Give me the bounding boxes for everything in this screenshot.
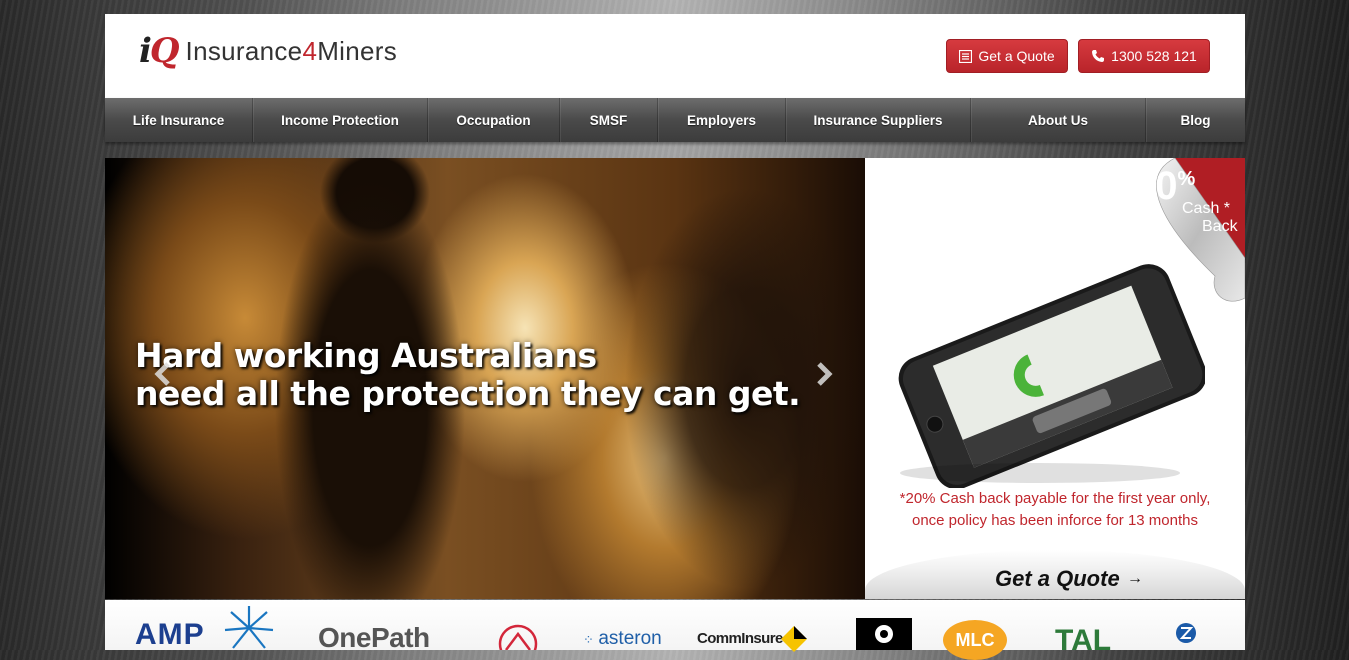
- nav-item-insurance-suppliers[interactable]: Insurance Suppliers: [786, 98, 971, 142]
- hero-section: Hard working Australians need all the pr…: [105, 158, 1245, 599]
- promo-get-a-quote-label: Get a Quote: [995, 566, 1120, 591]
- disclaimer-line1: *20% Cash back payable for the first yea…: [899, 490, 1211, 507]
- site-logo[interactable]: iQ Insurance4Miners: [139, 34, 397, 68]
- cash-back-promo[interactable]: 20% Cash * Back *20% Cash back payable f…: [865, 158, 1245, 599]
- nav-item-smsf[interactable]: SMSF: [560, 98, 658, 142]
- smartphone-image: [898, 264, 1205, 488]
- disclaimer-line2: once policy has been inforce for 13 mont…: [911, 512, 1198, 529]
- site-header: iQ Insurance4Miners Get a Quote 1300 528…: [105, 14, 1245, 98]
- cash-back-disclaimer: *20% Cash back payable for the first yea…: [885, 488, 1225, 532]
- amp-star-icon: [224, 606, 274, 649]
- partner-logo-amp[interactable]: AMP: [135, 606, 274, 652]
- phone-number-label: 1300 528 121: [1111, 48, 1197, 64]
- logo-mark-i: i: [139, 31, 152, 71]
- partner-logo-mlc[interactable]: MLC: [943, 620, 1007, 660]
- comminsure-logo-text: CommInsure: [697, 630, 783, 647]
- amp-logo-text: AMP: [135, 618, 205, 651]
- mlc-logo-badge: MLC: [943, 620, 1007, 660]
- logo-text-miners: Miners: [317, 35, 398, 66]
- slider-next-arrow-icon[interactable]: [810, 361, 836, 387]
- get-a-quote-label: Get a Quote: [978, 48, 1055, 64]
- nav-item-about-us[interactable]: About Us: [971, 98, 1146, 142]
- asteron-dots-icon: ⁘: [583, 632, 594, 647]
- iq-logo-mark: iQ: [139, 31, 180, 71]
- aia-logo-icon: [498, 624, 538, 660]
- partner-logo-onepath[interactable]: OnePath: [318, 622, 430, 654]
- cash-back-percent-sign: %: [1177, 168, 1196, 190]
- logo-mark-q: Q: [149, 31, 180, 71]
- slide-caption-line1: Hard working Australians: [135, 336, 597, 375]
- partner-logo-zurich-life[interactable]: [856, 618, 912, 655]
- get-a-quote-button[interactable]: Get a Quote: [946, 39, 1068, 73]
- promo-get-a-quote-button[interactable]: Get a Quote →: [865, 550, 1245, 599]
- zurich-z-icon: [1176, 623, 1196, 643]
- partner-logo-zurich[interactable]: [1175, 622, 1197, 649]
- cash-back-back-label: Back: [1202, 218, 1238, 235]
- slider-prev-arrow-icon[interactable]: [151, 361, 177, 387]
- tal-logo-text: TAL: [1055, 624, 1112, 657]
- partner-logo-asteron[interactable]: ⁘ asteron: [583, 628, 662, 650]
- logo-text-four: 4: [302, 35, 318, 66]
- partner-logo-aia[interactable]: [498, 624, 538, 660]
- cash-back-cash-label: Cash *: [1182, 200, 1231, 217]
- onepath-logo-text: OnePath: [318, 622, 430, 653]
- phone-button[interactable]: 1300 528 121: [1078, 39, 1210, 73]
- list-icon: [959, 49, 973, 63]
- cash-back-percent-number: 20: [1133, 164, 1178, 208]
- nav-item-life-insurance[interactable]: Life Insurance: [105, 98, 253, 142]
- logo-text: Insurance4Miners: [186, 36, 397, 67]
- nav-item-occupation[interactable]: Occupation: [428, 98, 560, 142]
- asteron-logo-text: asteron: [598, 628, 662, 649]
- black-square-logo-icon: [856, 618, 912, 650]
- partner-logos-strip: AMP OnePath ⁘ asteron CommInsure MLC TAL: [105, 600, 1245, 660]
- phone-icon: [1092, 50, 1105, 62]
- nav-item-employers[interactable]: Employers: [658, 98, 786, 142]
- commbank-diamond-icon: [781, 626, 807, 652]
- nav-item-blog[interactable]: Blog: [1146, 98, 1245, 142]
- partner-logo-tal[interactable]: TAL: [1055, 624, 1111, 658]
- main-nav: Life Insurance Income Protection Occupat…: [105, 98, 1245, 142]
- nav-item-income-protection[interactable]: Income Protection: [253, 98, 428, 142]
- partner-logo-comminsure[interactable]: CommInsure: [697, 626, 807, 652]
- slide-caption-line2: need all the protection they can get.: [135, 374, 801, 413]
- image-slider[interactable]: Hard working Australians need all the pr…: [105, 158, 865, 599]
- logo-text-insurance: Insurance: [185, 35, 303, 66]
- arrow-right-icon: →: [1127, 570, 1143, 587]
